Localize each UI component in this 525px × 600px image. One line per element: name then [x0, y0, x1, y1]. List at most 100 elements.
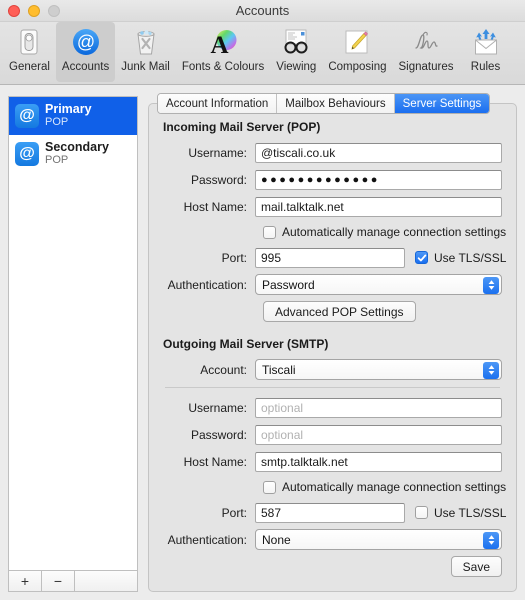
outgoing-account-label: Account:: [200, 362, 247, 377]
at-sign-icon: @: [70, 26, 102, 58]
toolbar-item-junk-mail[interactable]: Junk Mail: [115, 22, 176, 82]
tab-mailbox-behaviours[interactable]: Mailbox Behaviours: [277, 94, 395, 113]
account-list[interactable]: @ Primary POP @ Secondary POP: [8, 96, 138, 570]
toolbar-item-general-label: General: [9, 61, 50, 73]
account-item-text: Secondary POP: [45, 141, 109, 166]
settings-tab-pane: Account Information Mailbox Behaviours S…: [148, 93, 517, 592]
outgoing-username-row: Username: optional: [163, 397, 502, 418]
tab-bar: Account Information Mailbox Behaviours S…: [157, 93, 491, 114]
font-color-wheel-icon: A: [207, 26, 239, 58]
toolbar-item-composing-label: Composing: [328, 61, 387, 73]
save-button[interactable]: Save: [450, 556, 502, 577]
svg-text:@: @: [76, 32, 94, 52]
outgoing-host-label: Host Name:: [183, 454, 247, 469]
chevron-updown-icon: [483, 276, 499, 294]
account-name: Secondary: [45, 141, 109, 155]
outgoing-auth-value: None: [262, 532, 291, 547]
account-list-item-primary[interactable]: @ Primary POP: [9, 97, 137, 135]
incoming-tls-wrap[interactable]: Use TLS/SSL: [415, 251, 506, 265]
server-settings-panel: Incoming Mail Server (POP) Username: @ti…: [148, 103, 517, 592]
account-type: POP: [45, 153, 69, 166]
toolbar-item-fonts-colours[interactable]: A Fonts & Colours: [176, 22, 270, 82]
outgoing-username-input[interactable]: optional: [255, 397, 502, 418]
toolbar-item-rules-label: Rules: [470, 61, 501, 73]
incoming-auto-manage-checkbox[interactable]: [263, 225, 276, 239]
incoming-auto-manage-row[interactable]: Automatically manage connection settings: [163, 223, 506, 241]
glasses-icon: [280, 26, 312, 58]
toolbar-item-accounts-label: Accounts: [61, 61, 110, 73]
outgoing-auth-select[interactable]: None: [255, 529, 502, 550]
incoming-tls-checkbox[interactable]: [415, 251, 428, 264]
incoming-username-label: Username:: [188, 145, 247, 160]
toolbar-item-general[interactable]: General: [3, 22, 56, 82]
toolbar-item-composing[interactable]: Composing: [322, 22, 392, 82]
chevron-updown-icon: [483, 531, 499, 549]
incoming-host-row: Host Name: mail.talktalk.net: [163, 196, 502, 217]
incoming-port-input[interactable]: 995: [255, 247, 405, 268]
incoming-section-title: Incoming Mail Server (POP): [163, 120, 321, 134]
title-bar: Accounts: [0, 0, 525, 22]
outgoing-account-value: Tiscali: [262, 362, 296, 377]
outgoing-password-input[interactable]: optional: [255, 424, 502, 445]
incoming-port-row: Port: 995 Use TLS/SSL: [163, 247, 506, 268]
incoming-auth-select[interactable]: Password: [255, 274, 502, 295]
checkmark-icon: [417, 254, 426, 261]
tab-server-settings[interactable]: Server Settings: [394, 94, 490, 113]
toolbar-item-junk-mail-label: Junk Mail: [121, 61, 170, 73]
accounts-sidebar: @ Primary POP @ Secondary POP + −: [8, 96, 138, 592]
incoming-auth-row: Authentication: Password: [163, 274, 502, 295]
window-title: Accounts: [235, 3, 290, 18]
outgoing-auth-label: Authentication:: [167, 532, 247, 547]
account-type: POP: [45, 115, 69, 128]
outgoing-account-row: Account: Tiscali: [163, 359, 502, 380]
incoming-password-input[interactable]: ●●●●●●●●●●●●●: [255, 169, 502, 190]
outgoing-port-input[interactable]: 587: [255, 502, 405, 523]
toolbar-item-viewing[interactable]: Viewing: [270, 22, 322, 82]
toolbar-item-viewing-label: Viewing: [276, 61, 317, 73]
incoming-tls-label: Use TLS/SSL: [434, 250, 507, 265]
account-name: Primary: [45, 103, 92, 117]
incoming-username-input[interactable]: @tiscali.co.uk: [255, 142, 502, 163]
outgoing-tls-wrap[interactable]: Use TLS/SSL: [415, 506, 506, 520]
save-row: Save: [163, 556, 502, 577]
chevron-updown-icon: [483, 361, 499, 379]
incoming-auth-label: Authentication:: [167, 277, 247, 292]
outgoing-auto-manage-row[interactable]: Automatically manage connection settings: [163, 478, 506, 496]
toolbar-item-accounts[interactable]: @ Accounts: [55, 22, 116, 82]
outgoing-password-row: Password: optional: [163, 424, 502, 445]
signature-icon: [410, 26, 442, 58]
outgoing-account-select[interactable]: Tiscali: [255, 359, 502, 380]
incoming-auto-manage-label: Automatically manage connection settings: [282, 225, 507, 239]
trash-x-icon: [130, 26, 162, 58]
incoming-port-label: Port:: [221, 250, 247, 265]
at-sign-icon: @: [15, 104, 39, 128]
outgoing-tls-checkbox[interactable]: [415, 506, 428, 519]
preferences-body: @ Primary POP @ Secondary POP + − Accoun…: [0, 85, 525, 600]
outgoing-section-title: Outgoing Mail Server (SMTP): [163, 337, 329, 351]
toolbar-item-signatures-label: Signatures: [398, 61, 454, 73]
outgoing-password-label: Password:: [190, 427, 247, 442]
tab-account-information[interactable]: Account Information: [158, 94, 278, 113]
toolbar-item-fonts-colours-label: Fonts & Colours: [181, 61, 265, 73]
incoming-host-input[interactable]: mail.talktalk.net: [255, 196, 502, 217]
outgoing-host-input[interactable]: smtp.talktalk.net: [255, 451, 502, 472]
incoming-advanced-row: Advanced POP Settings: [163, 301, 502, 322]
account-item-text: Primary POP: [45, 103, 92, 128]
incoming-host-label: Host Name:: [183, 199, 247, 214]
outgoing-auto-manage-label: Automatically manage connection settings: [282, 480, 507, 494]
add-account-button[interactable]: +: [9, 571, 42, 591]
remove-account-button[interactable]: −: [42, 571, 75, 591]
toolbar-item-rules[interactable]: Rules: [460, 22, 512, 82]
incoming-password-row: Password: ●●●●●●●●●●●●●: [163, 169, 502, 190]
advanced-pop-settings-button[interactable]: Advanced POP Settings: [263, 301, 416, 322]
general-switch-icon: [13, 26, 45, 58]
incoming-password-label: Password:: [190, 172, 247, 187]
toolbar-item-signatures[interactable]: Signatures: [393, 22, 460, 82]
outgoing-auto-manage-checkbox[interactable]: [263, 480, 276, 494]
account-list-item-secondary[interactable]: @ Secondary POP: [9, 135, 137, 173]
outgoing-port-row: Port: 587 Use TLS/SSL: [163, 502, 506, 523]
outgoing-port-label: Port:: [221, 505, 247, 520]
envelope-arrows-icon: [470, 26, 502, 58]
at-sign-icon: @: [15, 142, 39, 166]
